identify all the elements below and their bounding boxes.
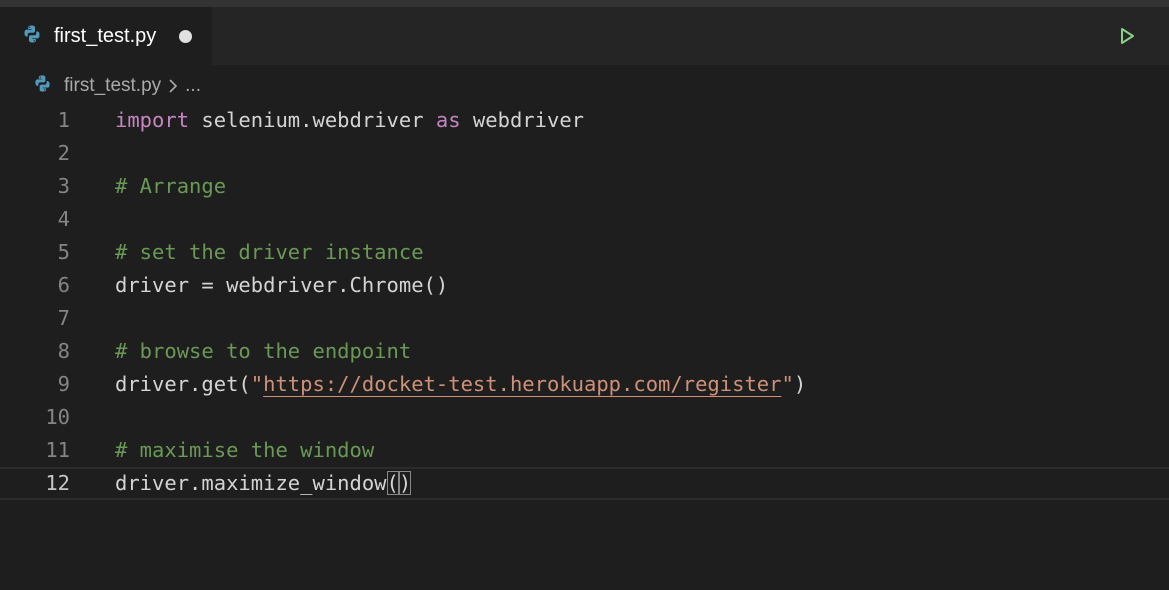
code-text: # Arrange xyxy=(115,170,226,203)
code-editor[interactable]: 1 import selenium.webdriver as webdriver 2… xyxy=(0,104,1169,514)
keyword-token: as xyxy=(435,108,461,132)
code-line[interactable]: 7 xyxy=(0,302,1169,335)
line-number: 5 xyxy=(57,240,70,264)
code-text: driver.maximize_window() xyxy=(115,469,412,498)
code-line[interactable]: 11 # maximise the window xyxy=(0,434,1169,467)
code-line[interactable]: 2 xyxy=(0,137,1169,170)
string-token: " xyxy=(781,372,794,396)
line-number: 12 xyxy=(45,471,70,495)
breadcrumb-file[interactable]: first_test.py xyxy=(64,75,161,97)
run-icon[interactable] xyxy=(1117,26,1137,46)
bracket-match-token: ( xyxy=(386,471,399,495)
code-line[interactable]: 4 xyxy=(0,203,1169,236)
breadcrumb: first_test.py ... xyxy=(33,71,201,101)
code-token: webdriver xyxy=(460,108,585,132)
string-token: https://docket-test.herokuapp.com/regist… xyxy=(263,372,782,396)
window-title-strip xyxy=(0,0,1169,7)
code-text: # set the driver instance xyxy=(115,236,424,269)
line-number: 1 xyxy=(57,108,70,132)
python-icon xyxy=(22,24,42,49)
code-line[interactable]: 5 # set the driver instance xyxy=(0,236,1169,269)
line-number: 7 xyxy=(57,306,70,330)
code-line[interactable]: 10 xyxy=(0,401,1169,434)
code-text: import selenium.webdriver as webdriver xyxy=(115,104,584,137)
code-token: ) xyxy=(793,372,807,396)
string-token: " xyxy=(250,372,264,396)
line-number: 4 xyxy=(57,207,70,231)
code-token: selenium.webdriver xyxy=(189,108,436,132)
code-line[interactable]: 8 # browse to the endpoint xyxy=(0,335,1169,368)
python-icon xyxy=(33,74,52,99)
code-text: # browse to the endpoint xyxy=(115,335,411,368)
editor-tab-bar: first_test.py xyxy=(0,7,1169,65)
tab-first-test-py[interactable]: first_test.py xyxy=(0,7,212,65)
comment-token: # maximise the window xyxy=(115,438,375,462)
line-number: 11 xyxy=(45,438,70,462)
keyword-token: import xyxy=(115,108,190,132)
code-token: driver.maximize_window xyxy=(115,471,387,495)
code-line[interactable]: 3 # Arrange xyxy=(0,170,1169,203)
code-line[interactable]: 6 driver = webdriver.Chrome() xyxy=(0,269,1169,302)
line-number: 9 xyxy=(57,372,70,396)
breadcrumb-more[interactable]: ... xyxy=(185,75,201,97)
code-token: driver = webdriver.Chrome() xyxy=(115,273,449,297)
code-line[interactable]: 12 driver.maximize_window() xyxy=(0,467,1169,500)
code-text: # maximise the window xyxy=(115,434,374,467)
line-number: 6 xyxy=(57,273,70,297)
line-number: 2 xyxy=(57,141,70,165)
code-text: driver.get("https://docket-test.herokuap… xyxy=(115,368,806,401)
bracket-match-token: ) xyxy=(398,471,412,495)
comment-token: # set the driver instance xyxy=(115,240,424,264)
code-token: driver.get( xyxy=(115,372,251,396)
code-line[interactable]: 9 driver.get("https://docket-test.herokua… xyxy=(0,368,1169,401)
chevron-right-icon xyxy=(167,77,179,95)
line-number: 8 xyxy=(57,339,70,363)
unsaved-changes-dot-icon[interactable] xyxy=(179,30,192,43)
code-text: driver = webdriver.Chrome() xyxy=(115,269,448,302)
comment-token: # Arrange xyxy=(115,174,227,198)
tab-label: first_test.py xyxy=(54,24,157,47)
comment-token: # browse to the endpoint xyxy=(115,339,412,363)
line-number: 10 xyxy=(45,405,70,429)
line-number: 3 xyxy=(57,174,70,198)
code-line[interactable]: 1 import selenium.webdriver as webdriver xyxy=(0,104,1169,137)
